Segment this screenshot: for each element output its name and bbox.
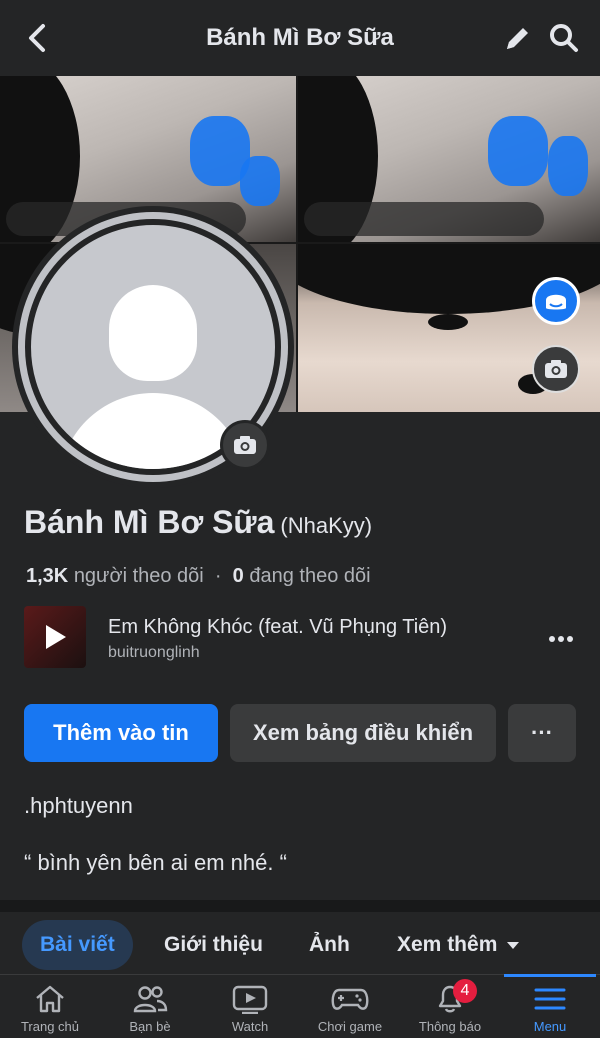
- song-artist: buitruonglinh: [108, 644, 200, 661]
- watch-icon: [232, 985, 268, 1014]
- music-more-button[interactable]: [546, 624, 576, 654]
- menu-icon: [534, 988, 566, 1010]
- nav-friends-label: Bạn bè: [129, 1019, 171, 1034]
- profile-name-text: Bánh Mì Bơ Sữa: [24, 504, 275, 540]
- home-icon: [36, 985, 64, 1013]
- top-bar: Bánh Mì Bơ Sữa: [0, 0, 600, 76]
- nav-watch-label: Watch: [231, 1019, 269, 1034]
- nav-home[interactable]: Trang chủ: [0, 975, 100, 1038]
- notification-badge: 4: [453, 979, 477, 1003]
- nav-home-label: Trang chủ: [20, 1019, 80, 1034]
- following-label[interactable]: đang theo dõi: [249, 565, 370, 587]
- profile-name: Bánh Mì Bơ Sữa (NhaKyy): [24, 504, 372, 541]
- tab-see-more[interactable]: Xem thêm: [397, 920, 520, 970]
- add-to-story-button[interactable]: Thêm vào tin: [24, 704, 218, 762]
- avatar-icon: [546, 294, 566, 310]
- nav-notifications-label: Thông báo: [418, 1019, 482, 1034]
- avatar-creator-button[interactable]: [532, 277, 580, 325]
- default-avatar-body: [59, 393, 247, 469]
- default-avatar-head: [109, 285, 197, 381]
- edit-button[interactable]: [500, 20, 536, 56]
- gaming-icon: [331, 988, 369, 1010]
- view-dashboard-button[interactable]: Xem bảng điều khiển: [230, 704, 496, 762]
- camera-icon: [545, 360, 567, 378]
- friends-icon: [133, 986, 168, 1013]
- bio-line: “ bình yên bên ai em nhé. “: [24, 850, 287, 875]
- followers-count[interactable]: 1,3K: [26, 565, 68, 587]
- search-icon: [550, 24, 578, 52]
- profile-music[interactable]: Em Không Khóc (feat. Vũ Phụng Tiên) buit…: [24, 606, 576, 670]
- nav-notifications[interactable]: 4 Thông báo: [400, 975, 500, 1038]
- tab-about[interactable]: Giới thiệu: [164, 920, 263, 970]
- following-count[interactable]: 0: [233, 565, 244, 587]
- stats-separator: ·: [214, 565, 222, 587]
- bio-line: .hphtuyenn: [24, 793, 133, 818]
- caret-down-icon: [507, 941, 520, 949]
- cover-tile: [298, 76, 600, 242]
- tab-photos[interactable]: Ảnh: [309, 920, 350, 970]
- camera-icon: [234, 436, 256, 454]
- profile-tabs: Bài viết Giới thiệu Ảnh Xem thêm: [0, 912, 600, 974]
- pencil-icon: [507, 28, 528, 49]
- edit-cover-button[interactable]: [532, 345, 580, 393]
- nav-menu-label: Menu: [533, 1019, 567, 1034]
- section-divider: [0, 900, 600, 912]
- nav-friends[interactable]: Bạn bè: [100, 975, 200, 1038]
- tab-posts[interactable]: Bài viết: [22, 920, 133, 970]
- music-cover-art[interactable]: [24, 606, 86, 668]
- song-title: Em Không Khóc (feat. Vũ Phụng Tiên): [108, 616, 448, 638]
- nav-watch[interactable]: Watch: [200, 975, 300, 1038]
- nav-menu[interactable]: Menu: [500, 974, 600, 1038]
- more-horizontal-icon: [549, 636, 573, 642]
- edit-profile-picture-button[interactable]: [220, 420, 270, 470]
- nav-gaming[interactable]: Chơi game: [300, 975, 400, 1038]
- alternate-name: (NhaKyy): [280, 513, 373, 538]
- followers-label[interactable]: người theo dõi: [74, 565, 204, 587]
- play-icon: [46, 625, 66, 649]
- bottom-navigation: Trang chủ Bạn bè Watch Chơi game 4 Thông…: [0, 974, 600, 1038]
- follow-stats: 1,3K người theo dõi · 0 đang theo dõi: [26, 565, 371, 588]
- nav-gaming-label: Chơi game: [317, 1019, 383, 1034]
- profile-more-button[interactable]: ···: [508, 704, 576, 762]
- tab-see-more-label: Xem thêm: [397, 933, 498, 956]
- search-button[interactable]: [546, 20, 582, 56]
